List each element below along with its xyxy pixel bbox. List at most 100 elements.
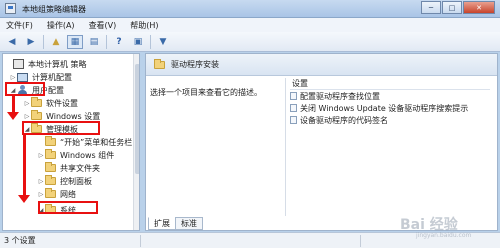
tree-item-network[interactable]: ▷ 网络: [37, 188, 76, 200]
setting-label: 设备驱动程序的代码签名: [300, 115, 388, 125]
app-icon: [5, 3, 16, 14]
filter-icon[interactable]: ▼: [155, 35, 171, 49]
tree-label: 本地计算机 策略: [28, 59, 87, 69]
window-controls: ─ □ ✕: [420, 1, 495, 14]
setting-item[interactable]: 配置驱动程序查找位置: [290, 90, 490, 102]
close-button[interactable]: ✕: [463, 1, 495, 14]
window-title: 本地组策略编辑器: [22, 5, 86, 14]
policy-setting-icon: [290, 116, 297, 124]
expand-arrow-icon[interactable]: ▷: [37, 152, 45, 159]
export-icon[interactable]: ▤: [86, 35, 102, 49]
tree-label: 计算机配置: [32, 72, 72, 82]
tree-item-shared-folders[interactable]: 共享文件夹: [37, 162, 100, 174]
properties-icon[interactable]: ▣: [130, 35, 146, 49]
expand-arrow-icon[interactable]: ▷: [23, 113, 31, 120]
folder-icon: [45, 136, 56, 146]
title-bar: 本地组策略编辑器 ─ □ ✕: [0, 0, 500, 18]
tree-item-user-config[interactable]: ◢ 用户配置: [9, 84, 64, 96]
settings-column-header[interactable]: 设置: [290, 78, 490, 90]
menu-file[interactable]: 文件(F): [6, 20, 33, 31]
forward-icon[interactable]: ▶: [23, 35, 39, 49]
folder-icon: [45, 204, 56, 214]
folder-icon: [31, 110, 42, 120]
details-header: 驱动程序安装: [146, 54, 497, 76]
setting-label: 配置驱动程序查找位置: [300, 91, 380, 101]
menu-view[interactable]: 查看(V): [89, 20, 117, 31]
scrollbar-thumb[interactable]: [135, 64, 139, 174]
tree-item-system[interactable]: ◢ 系统: [37, 204, 76, 216]
folder-icon: [154, 58, 165, 69]
folder-icon: [45, 162, 56, 172]
details-title: 驱动程序安装: [171, 60, 219, 69]
tree-label: 系统: [60, 205, 76, 215]
user-icon: [17, 85, 28, 95]
tree-item-start-menu[interactable]: “开始”菜单和任务栏: [37, 136, 132, 148]
tab-extended[interactable]: 扩展: [148, 217, 176, 230]
back-icon[interactable]: ◀: [4, 35, 20, 49]
minimize-button[interactable]: ─: [421, 1, 441, 14]
policy-icon: [13, 59, 24, 69]
tree-item-control-panel[interactable]: ▷ 控制面板: [37, 175, 92, 187]
menu-bar: 文件(F) 操作(A) 查看(V) 帮助(H): [0, 18, 500, 32]
toolbar-separator: [43, 34, 44, 49]
expand-arrow-icon[interactable]: ▷: [37, 178, 45, 185]
policy-setting-icon: [290, 92, 297, 100]
description-text: 选择一个项目来查看它的描述。: [150, 88, 262, 97]
status-text: 3 个设置: [4, 236, 36, 245]
show-tree-icon[interactable]: ▦: [67, 34, 83, 49]
arrow-down-icon: [7, 112, 19, 120]
watermark-url: jingyan.baidu.com: [416, 232, 472, 239]
menu-help[interactable]: 帮助(H): [130, 20, 158, 31]
expand-arrow-icon[interactable]: ▷: [9, 74, 17, 81]
tree-scrollbar[interactable]: [133, 54, 139, 230]
tree-label: 共享文件夹: [60, 163, 100, 173]
setting-label: 关闭 Windows Update 设备驱动程序搜索提示: [300, 103, 469, 113]
help-icon[interactable]: ?: [111, 35, 127, 49]
status-divider: [140, 235, 141, 247]
tree-label: 控制面板: [60, 176, 92, 186]
tree-label: 管理模板: [46, 124, 78, 134]
folder-icon: [45, 149, 56, 159]
folder-icon: [45, 175, 56, 185]
arrow-line: [23, 135, 26, 195]
tree-item-software-settings[interactable]: ▷ 软件设置: [23, 97, 78, 109]
setting-item[interactable]: 关闭 Windows Update 设备驱动程序搜索提示: [290, 102, 490, 114]
up-folder-icon[interactable]: ▲: [48, 35, 64, 49]
setting-item[interactable]: 设备驱动程序的代码签名: [290, 114, 490, 126]
expand-arrow-icon[interactable]: ▷: [37, 191, 45, 198]
maximize-button[interactable]: □: [442, 1, 462, 14]
collapse-arrow-icon[interactable]: ◢: [23, 126, 31, 133]
status-divider: [360, 235, 361, 247]
details-pane: 驱动程序安装 选择一个项目来查看它的描述。 设置 配置驱动程序查找位置 关闭 W…: [145, 53, 498, 231]
arrow-line: [12, 96, 15, 112]
toolbar: ◀ ▶ ▲ ▦ ▤ ? ▣ ▼: [0, 32, 500, 52]
folder-icon: [31, 97, 42, 107]
computer-icon: [17, 72, 28, 82]
watermark: Bai 经验: [400, 217, 458, 233]
toolbar-separator: [150, 34, 151, 49]
tree-label: Windows 组件: [60, 150, 115, 160]
tree-label: 网络: [60, 189, 76, 199]
folder-icon: [31, 123, 42, 133]
tree-item-windows-settings[interactable]: ▷ Windows 设置: [23, 110, 100, 122]
tree-item-root[interactable]: 本地计算机 策略: [5, 58, 87, 70]
tree-label: 用户配置: [32, 85, 64, 95]
column-divider[interactable]: [285, 78, 286, 216]
tree-item-windows-components[interactable]: ▷ Windows 组件: [37, 149, 114, 161]
tab-standard[interactable]: 标准: [175, 217, 203, 230]
folder-icon: [45, 188, 56, 198]
view-tabs: 扩展 标准: [148, 217, 203, 230]
collapse-arrow-icon[interactable]: ◢: [9, 87, 17, 94]
tree-item-computer-config[interactable]: ▷ 计算机配置: [9, 71, 72, 83]
settings-list: 设置 配置驱动程序查找位置 关闭 Windows Update 设备驱动程序搜索…: [290, 78, 490, 126]
expand-arrow-icon[interactable]: ▷: [23, 100, 31, 107]
tree-label: 软件设置: [46, 98, 78, 108]
collapse-arrow-icon[interactable]: ◢: [37, 207, 45, 214]
arrow-down-icon: [18, 195, 30, 203]
tree-item-admin-templates[interactable]: ◢ 管理模板: [23, 123, 78, 135]
policy-setting-icon: [290, 104, 297, 112]
tree-label: Windows 设置: [46, 111, 101, 121]
tree-label: “开始”菜单和任务栏: [60, 137, 133, 147]
toolbar-separator: [106, 34, 107, 49]
menu-action[interactable]: 操作(A): [47, 20, 75, 31]
